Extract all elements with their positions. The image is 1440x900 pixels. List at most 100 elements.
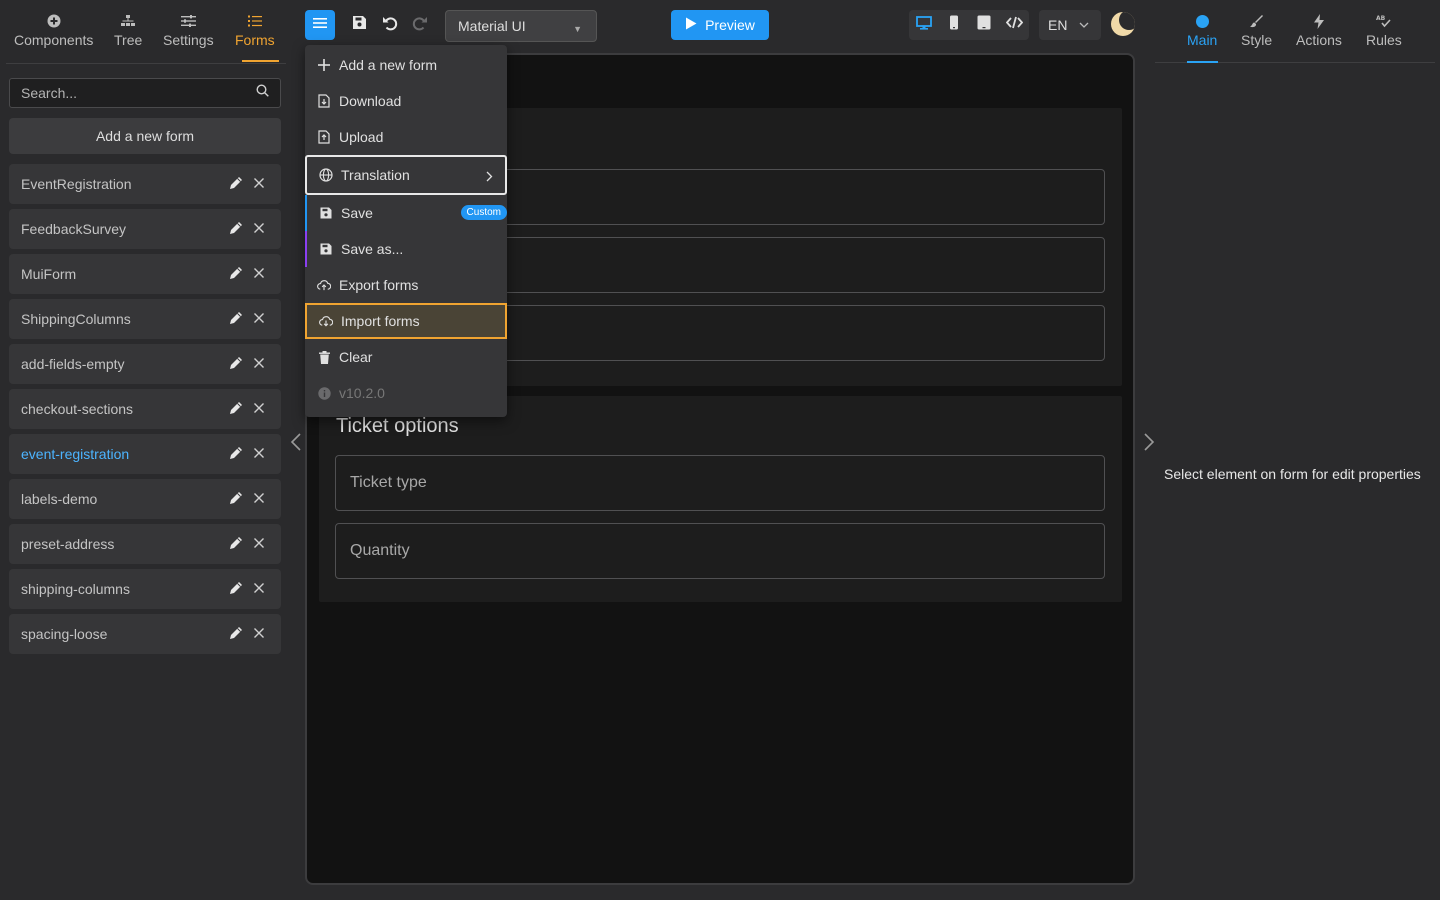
active-tab-indicator (1187, 61, 1218, 63)
collapse-left-arrow-icon[interactable] (287, 432, 307, 452)
left-tabs: Components Tree Settings Forms (6, 0, 286, 64)
form-list-item[interactable]: FeedbackSurvey (9, 209, 281, 249)
close-icon[interactable] (253, 221, 269, 237)
globe-icon (319, 168, 333, 182)
rules-icon: AB (1376, 10, 1391, 32)
floppy-icon (352, 15, 367, 35)
menu-item-label: Upload (339, 129, 384, 145)
svg-text:AB: AB (1376, 15, 1386, 22)
form-list-item[interactable]: MuiForm (9, 254, 281, 294)
file-upload-icon (317, 130, 331, 144)
edit-pencil-icon[interactable] (229, 221, 245, 237)
menu-item-import-forms[interactable]: Import forms (305, 303, 507, 339)
menu-item-label: Export forms (339, 277, 419, 293)
bolt-icon (1313, 10, 1324, 32)
edit-pencil-icon[interactable] (229, 491, 245, 507)
mobile-view-button[interactable] (939, 10, 969, 40)
quantity-field[interactable]: Quantity (335, 523, 1105, 579)
main-menu-button[interactable] (305, 10, 335, 40)
menu-item-add-new-form[interactable]: Add a new form (305, 47, 507, 83)
tab-main[interactable]: Main (1187, 10, 1217, 48)
menu-item-download[interactable]: Download (305, 83, 507, 119)
preview-button[interactable]: Preview (671, 10, 769, 40)
tab-settings[interactable]: Settings (163, 10, 214, 48)
theme-select[interactable]: Material UI ▼ (445, 10, 597, 42)
close-icon[interactable] (253, 311, 269, 327)
menu-item-save[interactable]: Save Custom (305, 195, 507, 231)
tree-icon (121, 10, 136, 32)
language-value: EN (1048, 17, 1068, 33)
close-icon[interactable] (253, 176, 269, 192)
form-list-item[interactable]: preset-address (9, 524, 281, 564)
tab-components[interactable]: Components (14, 10, 93, 48)
menu-item-export-forms[interactable]: Export forms (305, 267, 507, 303)
code-view-button[interactable] (999, 10, 1029, 40)
tab-tree[interactable]: Tree (114, 10, 142, 48)
tab-label: Settings (163, 32, 214, 48)
form-list-item[interactable]: event-registration (9, 434, 281, 474)
tab-style[interactable]: Style (1241, 10, 1272, 48)
close-icon[interactable] (253, 356, 269, 372)
edit-pencil-icon[interactable] (229, 311, 245, 327)
menu-item-clear[interactable]: Clear (305, 339, 507, 375)
save-toolbar-button[interactable] (345, 10, 373, 40)
plus-circle-icon (47, 10, 61, 32)
tab-label: Main (1187, 32, 1218, 48)
tab-rules[interactable]: AB Rules (1366, 10, 1402, 48)
search-icon[interactable] (256, 84, 269, 102)
undo-button[interactable] (376, 10, 404, 40)
form-list-item[interactable]: add-fields-empty (9, 344, 281, 384)
sliders-icon (180, 10, 196, 32)
close-icon[interactable] (253, 266, 269, 282)
close-icon[interactable] (253, 626, 269, 642)
brush-icon (1249, 10, 1264, 32)
collapse-right-arrow-icon[interactable] (1138, 432, 1158, 452)
menu-item-translation[interactable]: Translation (305, 155, 507, 195)
redo-button[interactable] (406, 10, 434, 40)
tab-forms[interactable]: Forms (235, 10, 275, 48)
menu-item-upload[interactable]: Upload (305, 119, 507, 155)
edit-pencil-icon[interactable] (229, 581, 245, 597)
tablet-view-button[interactable] (969, 10, 999, 40)
form-list-item[interactable]: EventRegistration (9, 164, 281, 204)
ticket-type-field[interactable]: Ticket type (335, 455, 1105, 511)
cloud-download-icon (319, 314, 333, 328)
desktop-view-button[interactable] (909, 10, 939, 40)
add-new-form-button[interactable]: Add a new form (9, 118, 281, 154)
edit-pencil-icon[interactable] (229, 626, 245, 642)
form-list-item[interactable]: checkout-sections (9, 389, 281, 429)
form-list-item[interactable]: labels-demo (9, 479, 281, 519)
menu-item-label: Translation (341, 167, 410, 183)
moon-icon[interactable] (1111, 12, 1135, 36)
code-icon (1005, 16, 1023, 34)
info-icon (317, 386, 331, 400)
edit-pencil-icon[interactable] (229, 536, 245, 552)
custom-badge: Custom (460, 205, 507, 220)
form-list-item[interactable]: ShippingColumns (9, 299, 281, 339)
edit-pencil-icon[interactable] (229, 176, 245, 192)
search-box (9, 78, 281, 108)
device-switcher (909, 10, 1029, 40)
edit-pencil-icon[interactable] (229, 446, 245, 462)
menu-item-version: v10.2.0 (305, 375, 507, 411)
edit-pencil-icon[interactable] (229, 401, 245, 417)
tab-actions[interactable]: Actions (1296, 10, 1342, 48)
edit-pencil-icon[interactable] (229, 266, 245, 282)
theme-select-value: Material UI (458, 18, 526, 34)
menu-item-label: Import forms (341, 313, 420, 329)
menu-item-label: Add a new form (339, 57, 438, 73)
tab-label: Forms (235, 32, 275, 48)
close-icon[interactable] (253, 401, 269, 417)
close-icon[interactable] (253, 581, 269, 597)
menu-item-save-as[interactable]: Save as... (305, 231, 507, 267)
language-select[interactable]: EN (1039, 10, 1101, 40)
close-icon[interactable] (253, 536, 269, 552)
form-list-item[interactable]: shipping-columns (9, 569, 281, 609)
close-icon[interactable] (253, 491, 269, 507)
edit-pencil-icon[interactable] (229, 356, 245, 372)
search-input[interactable] (21, 85, 256, 101)
close-icon[interactable] (253, 446, 269, 462)
form-list-item[interactable]: spacing-loose (9, 614, 281, 654)
list-icon (247, 10, 262, 32)
tab-label: Tree (114, 32, 143, 48)
